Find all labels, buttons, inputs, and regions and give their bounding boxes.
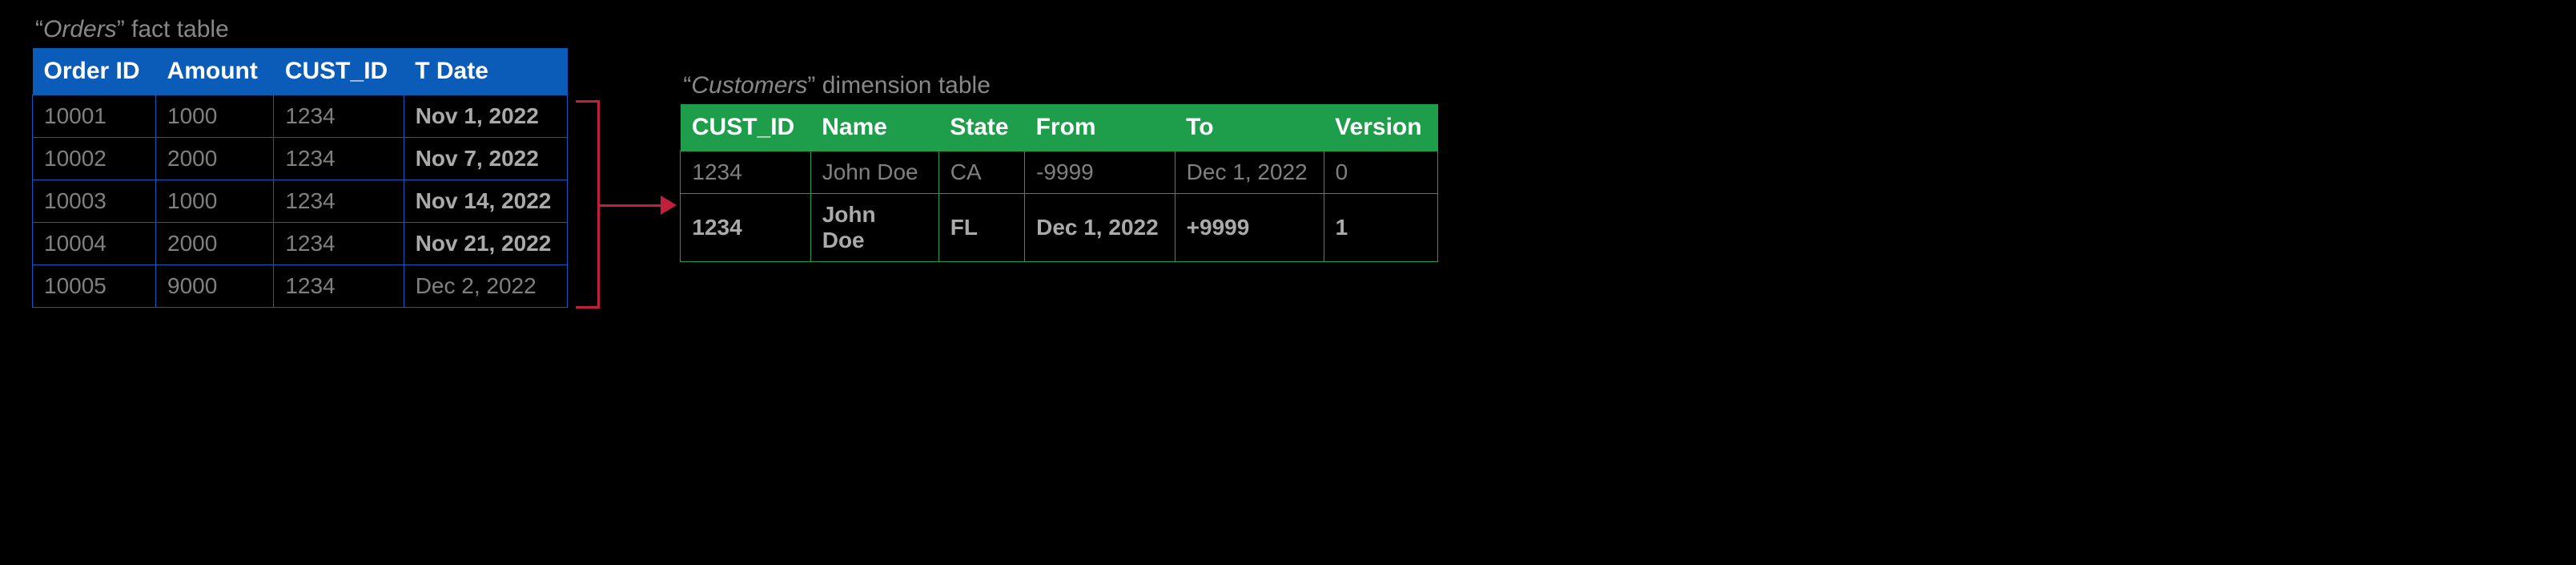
customers-table: CUST_ID Name State From To Version 1234 … bbox=[680, 104, 1438, 262]
cell-cust-id: 1234 bbox=[681, 151, 810, 194]
col-state: State bbox=[938, 104, 1024, 151]
diagram-container: “Orders” fact table Order ID Amount CUST… bbox=[32, 16, 2544, 349]
cell-t-date: Dec 2, 2022 bbox=[404, 265, 568, 308]
col-t-date: T Date bbox=[404, 48, 568, 95]
customers-caption: “Customers” dimension table bbox=[680, 72, 1438, 99]
cell-version: 0 bbox=[1324, 151, 1437, 194]
cell-from: -9999 bbox=[1025, 151, 1175, 194]
cell-order-id: 10002 bbox=[33, 138, 156, 180]
cell-cust-id: 1234 bbox=[681, 194, 810, 262]
cell-state: FL bbox=[938, 194, 1024, 262]
col-cust-id: CUST_ID bbox=[681, 104, 810, 151]
cell-t-date: Nov 1, 2022 bbox=[404, 95, 568, 138]
col-to: To bbox=[1175, 104, 1324, 151]
orders-caption-suffix: ” fact table bbox=[117, 16, 229, 42]
customers-table-wrap: “Customers” dimension table CUST_ID Name… bbox=[680, 72, 1438, 262]
cell-cust-id: 1234 bbox=[274, 265, 404, 308]
cell-amount: 9000 bbox=[156, 265, 274, 308]
quote-open: “ bbox=[35, 16, 43, 42]
col-order-id: Order ID bbox=[33, 48, 156, 95]
cell-name: John Doe bbox=[810, 194, 938, 262]
customers-caption-suffix: ” dimension table bbox=[807, 72, 990, 99]
cell-t-date: Nov 7, 2022 bbox=[404, 138, 568, 180]
cell-version: 1 bbox=[1324, 194, 1437, 262]
table-row: 1234 John Doe CA -9999 Dec 1, 2022 0 bbox=[681, 151, 1438, 194]
table-row: 10001 1000 1234 Nov 1, 2022 bbox=[33, 95, 568, 138]
cell-cust-id: 1234 bbox=[274, 223, 404, 265]
table-row: 10004 2000 1234 Nov 21, 2022 bbox=[33, 223, 568, 265]
cell-to: Dec 1, 2022 bbox=[1175, 151, 1324, 194]
cell-cust-id: 1234 bbox=[274, 180, 404, 223]
customers-caption-name: Customers bbox=[691, 72, 807, 99]
cell-order-id: 10004 bbox=[33, 223, 156, 265]
col-amount: Amount bbox=[156, 48, 274, 95]
cell-amount: 2000 bbox=[156, 138, 274, 180]
col-version: Version bbox=[1324, 104, 1437, 151]
cell-amount: 1000 bbox=[156, 180, 274, 223]
cell-t-date: Nov 14, 2022 bbox=[404, 180, 568, 223]
cell-order-id: 10005 bbox=[33, 265, 156, 308]
col-from: From bbox=[1025, 104, 1175, 151]
table-row: 10005 9000 1234 Dec 2, 2022 bbox=[33, 265, 568, 308]
join-arrow bbox=[568, 100, 680, 349]
arrow-head-icon bbox=[661, 196, 677, 215]
table-row: 10003 1000 1234 Nov 14, 2022 bbox=[33, 180, 568, 223]
cell-t-date: Nov 21, 2022 bbox=[404, 223, 568, 265]
col-cust-id: CUST_ID bbox=[274, 48, 404, 95]
orders-table-wrap: “Orders” fact table Order ID Amount CUST… bbox=[32, 16, 568, 308]
cell-amount: 2000 bbox=[156, 223, 274, 265]
cell-to: +9999 bbox=[1175, 194, 1324, 262]
cell-order-id: 10001 bbox=[33, 95, 156, 138]
orders-caption-name: Orders bbox=[43, 16, 117, 42]
cell-from: Dec 1, 2022 bbox=[1025, 194, 1175, 262]
col-name: Name bbox=[810, 104, 938, 151]
quote-open: “ bbox=[683, 72, 691, 99]
bracket-icon bbox=[576, 100, 600, 309]
orders-header-row: Order ID Amount CUST_ID T Date bbox=[33, 48, 568, 95]
cell-amount: 1000 bbox=[156, 95, 274, 138]
orders-table: Order ID Amount CUST_ID T Date 10001 100… bbox=[32, 48, 568, 308]
arrow-line bbox=[600, 204, 664, 207]
cell-cust-id: 1234 bbox=[274, 138, 404, 180]
cell-cust-id: 1234 bbox=[274, 95, 404, 138]
cell-state: CA bbox=[938, 151, 1024, 194]
table-row: 1234 John Doe FL Dec 1, 2022 +9999 1 bbox=[681, 194, 1438, 262]
cell-order-id: 10003 bbox=[33, 180, 156, 223]
customers-header-row: CUST_ID Name State From To Version bbox=[681, 104, 1438, 151]
cell-name: John Doe bbox=[810, 151, 938, 194]
orders-caption: “Orders” fact table bbox=[32, 16, 568, 43]
table-row: 10002 2000 1234 Nov 7, 2022 bbox=[33, 138, 568, 180]
